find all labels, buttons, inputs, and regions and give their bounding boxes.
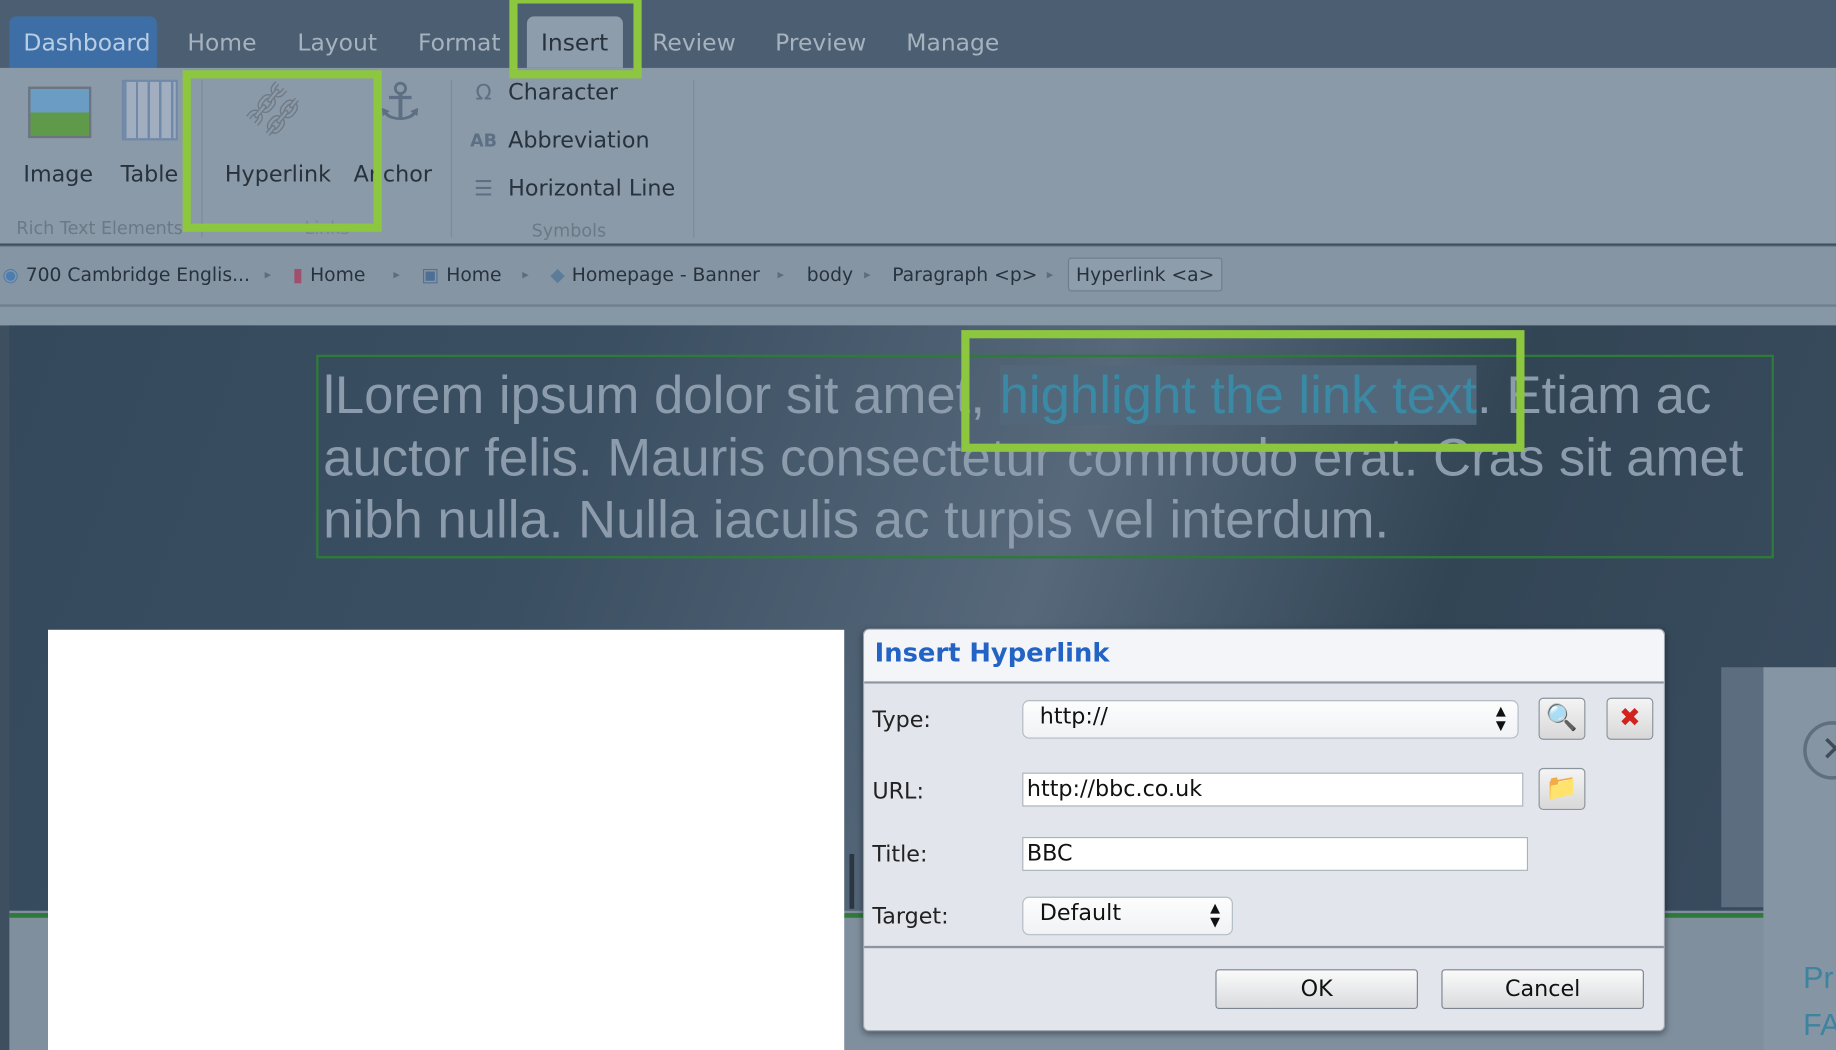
blank-panel	[48, 629, 845, 1050]
type-value: http://	[1039, 703, 1108, 730]
book-icon: ▮	[292, 263, 304, 286]
chevron-right-icon: ▸	[1046, 266, 1054, 283]
table-icon	[121, 79, 178, 141]
breadcrumb: ◉ 700 Cambridge Englis... ▸ ▮ Home ▸ ▣ Home…	[0, 245, 1836, 307]
url-label: URL:	[872, 778, 924, 805]
breadcrumb-item[interactable]: ◉ 700 Cambridge Englis...	[2, 263, 250, 285]
tab-home[interactable]: Home	[173, 16, 270, 68]
chevron-right-icon: ▸	[264, 266, 272, 283]
dialog-title: Insert Hyperlink	[864, 629, 1664, 684]
image-icon	[28, 86, 92, 139]
label: Homepage - Banner	[571, 263, 760, 286]
tab-format[interactable]: Format	[404, 16, 515, 68]
tab-manage[interactable]: Manage	[892, 16, 1013, 68]
omega-icon: Ω	[475, 80, 492, 105]
callout-hyperlink-button	[182, 70, 382, 232]
type-select[interactable]: http:// ▲ ▼	[1022, 700, 1519, 739]
globe-icon: ◉	[2, 263, 19, 286]
remove-link-button[interactable]: ✖	[1606, 697, 1654, 740]
cancel-button[interactable]: Cancel	[1441, 969, 1644, 1010]
tab-bar: Dashboard Home Layout Format Insert Revi…	[0, 0, 1836, 68]
target-value: Default	[1039, 900, 1122, 926]
tab-layout[interactable]: Layout	[283, 16, 391, 68]
side-panel-links: PrFA	[1803, 954, 1836, 1048]
breadcrumb-item[interactable]: Paragraph <p>	[892, 263, 1037, 285]
breadcrumb-item-current[interactable]: Hyperlink <a>	[1067, 257, 1223, 292]
ribbon-abbreviation-button[interactable]: AB Abbreviation	[468, 128, 649, 154]
chevron-right-icon: ▸	[522, 266, 529, 283]
ribbon-horizontal-line-button[interactable]: ☰ Horizontal Line	[468, 176, 675, 202]
group-label-symbols: Symbols	[531, 220, 607, 242]
target-label: Target:	[872, 903, 949, 930]
label: Horizontal Line	[508, 175, 676, 202]
breadcrumb-item[interactable]: ◆ Homepage - Banner	[550, 263, 760, 285]
side-link[interactable]: FA	[1803, 1001, 1836, 1048]
divider	[450, 79, 452, 238]
chevron-right-icon: ▸	[777, 266, 784, 283]
updown-arrows-icon: ▲ ▼	[1210, 900, 1221, 930]
title-label: Title:	[872, 841, 928, 868]
chevron-right-icon: ▸	[864, 266, 871, 283]
tab-dashboard[interactable]: Dashboard	[9, 16, 157, 68]
type-label: Type:	[872, 707, 931, 733]
label: Character	[508, 79, 619, 106]
side-link[interactable]: Pr	[1803, 954, 1836, 1001]
breadcrumb-item[interactable]: body	[807, 263, 853, 285]
tab-review[interactable]: Review	[638, 16, 750, 68]
spacer	[0, 306, 1836, 326]
target-select[interactable]: Default ▲ ▼	[1022, 896, 1233, 936]
paragraph-text: lLorem ipsum dolor sit amet,	[323, 365, 1000, 425]
callout-link-text	[961, 330, 1525, 452]
ab-icon: AB	[470, 129, 498, 152]
divider	[693, 79, 695, 238]
label: Home	[310, 263, 366, 286]
upload-folder-button[interactable]: 📁	[1538, 767, 1586, 811]
updown-arrows-icon: ▲ ▼	[1495, 703, 1506, 733]
page-icon: ▣	[421, 263, 440, 286]
insert-hyperlink-dialog: Insert Hyperlink Type: http:// ▲ ▼ 🔍 ✖ URL…	[862, 628, 1666, 1032]
group-label-rich-text: Rich Text Elements	[16, 217, 183, 239]
label: Home	[446, 263, 502, 286]
callout-insert-tab	[509, 0, 642, 79]
cube-icon: ◆	[550, 263, 565, 286]
title-input[interactable]: BBC	[1022, 836, 1529, 871]
ribbon-table-button[interactable]: Table	[121, 162, 179, 188]
ok-button[interactable]: OK	[1215, 969, 1418, 1010]
panel	[1721, 667, 1764, 908]
chevron-right-icon: ▸	[393, 266, 400, 283]
breadcrumb-item[interactable]: ▣ Home	[422, 263, 502, 285]
breadcrumb-item[interactable]: ▮ Home	[293, 263, 366, 285]
partial-text: |	[844, 844, 860, 910]
ribbon-image-button[interactable]: Image	[23, 162, 93, 188]
browse-folder-button[interactable]: 🔍	[1538, 697, 1586, 740]
anchor-icon: ⚓	[377, 72, 424, 133]
url-input[interactable]: http://bbc.co.uk	[1022, 772, 1524, 807]
divider	[864, 945, 1664, 949]
ribbon-character-button[interactable]: Ω Character	[468, 79, 619, 106]
horizontal-line-icon: ☰	[474, 176, 494, 201]
label: 700 Cambridge Englis...	[25, 263, 250, 286]
tab-preview[interactable]: Preview	[761, 16, 880, 68]
label: Abbreviation	[508, 127, 650, 154]
